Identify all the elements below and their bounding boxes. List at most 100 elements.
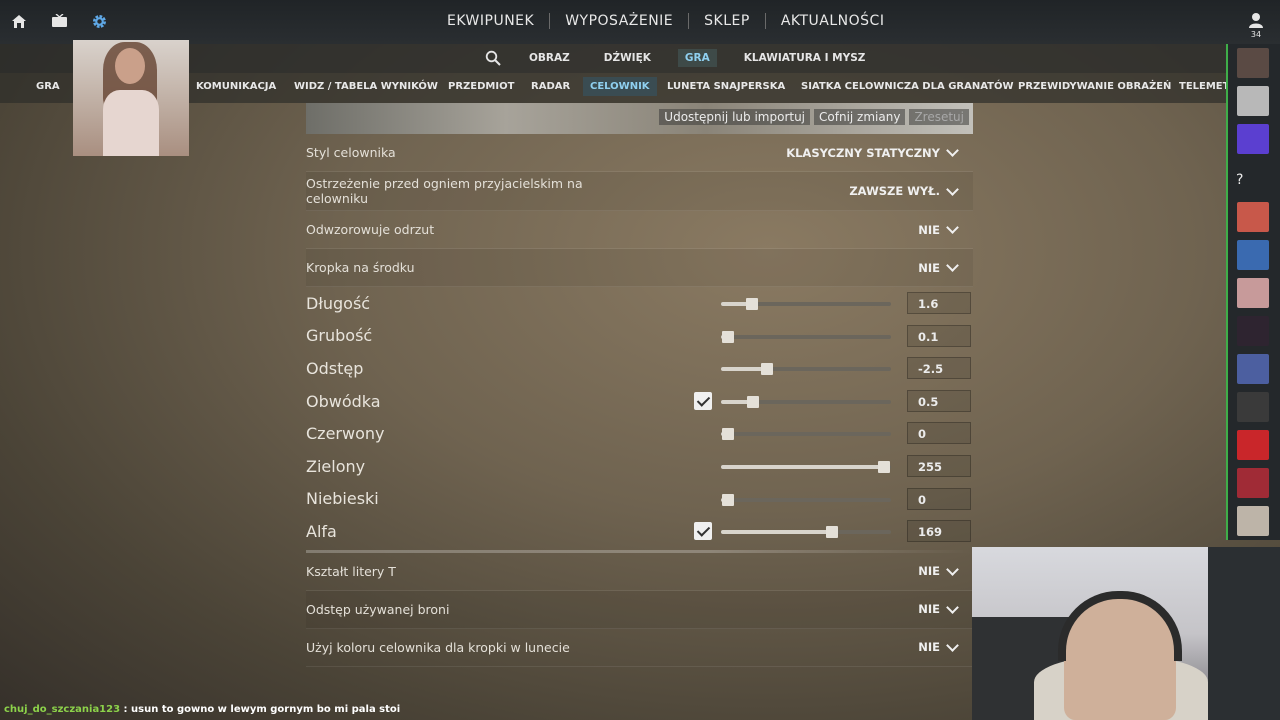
top-bar: EKWIPUNEK WYPOSAŻENIE SKLEP AKTUALNOŚCI … bbox=[0, 0, 1280, 44]
category-telemetry[interactable]: TELEMET bbox=[1179, 81, 1229, 92]
tab-audio[interactable]: DŹWIĘK bbox=[597, 49, 658, 67]
slider-thumb[interactable] bbox=[878, 460, 891, 473]
slider-thumb[interactable] bbox=[825, 526, 838, 539]
slider-thumb[interactable] bbox=[760, 363, 773, 376]
green-slider[interactable] bbox=[721, 460, 891, 473]
nav-store[interactable]: SKLEP bbox=[689, 13, 766, 29]
crosshair-style-dropdown[interactable]: KLASYCZNY STATYCZNY bbox=[786, 144, 959, 160]
setting-row-alpha: Alfa 169 bbox=[306, 515, 973, 548]
dropdown-value: NIE bbox=[918, 564, 940, 579]
alpha-slider[interactable] bbox=[721, 526, 891, 539]
category-sniper-scope[interactable]: LUNETA SNAJPERSKA bbox=[667, 81, 785, 92]
category-spectator-scoreboard[interactable]: WIDZ / TABELA WYNIKÓW bbox=[294, 81, 438, 92]
nav-loadout[interactable]: WYPOSAŻENIE bbox=[550, 13, 690, 29]
friends-sidebar: ? bbox=[1226, 44, 1280, 540]
friend-avatar[interactable] bbox=[1237, 430, 1269, 460]
t-shape-dropdown[interactable]: NIE bbox=[918, 562, 959, 579]
crosshair-preview: Udostępnij lub importuj Cofnij zmiany Zr… bbox=[306, 103, 973, 134]
setting-row-green: Zielony 255 bbox=[306, 450, 973, 483]
alpha-value-field[interactable]: 169 bbox=[907, 520, 971, 543]
dropdown-value: NIE bbox=[918, 602, 940, 617]
follow-recoil-dropdown[interactable]: NIE bbox=[918, 221, 959, 237]
profile-button[interactable]: 34 bbox=[1248, 12, 1264, 39]
chevron-down-icon bbox=[946, 144, 959, 157]
category-grenade-crosshair[interactable]: SIATKA CELOWNICZA DLA GRANATÓW bbox=[801, 81, 1014, 92]
search-icon[interactable] bbox=[484, 49, 502, 67]
setting-label: Odstęp bbox=[306, 358, 364, 378]
category-damage-prediction[interactable]: PRZEWIDYWANIE OBRAŻEŃ bbox=[1018, 81, 1171, 92]
red-slider[interactable] bbox=[721, 428, 891, 441]
category-game[interactable]: GRA bbox=[36, 81, 60, 92]
chevron-down-icon bbox=[946, 562, 959, 576]
category-radar[interactable]: RADAR bbox=[531, 81, 570, 92]
length-slider[interactable] bbox=[721, 298, 891, 310]
setting-label: Czerwony bbox=[306, 424, 385, 444]
sniper-dot-color-dropdown[interactable]: NIE bbox=[918, 638, 959, 654]
slider-thumb[interactable] bbox=[721, 493, 734, 506]
category-item[interactable]: PRZEDMIOT bbox=[448, 81, 514, 92]
thickness-value-field[interactable]: 0.1 bbox=[907, 324, 971, 347]
friendly-fire-warning-dropdown[interactable]: ZAWSZE WYŁ. bbox=[849, 182, 959, 198]
red-value-field[interactable]: 0 bbox=[907, 422, 971, 445]
chevron-down-icon bbox=[946, 182, 959, 196]
blue-slider[interactable] bbox=[721, 493, 891, 506]
length-value-field[interactable]: 1.6 bbox=[907, 292, 971, 314]
gap-value-field[interactable]: -2.5 bbox=[907, 357, 971, 380]
outline-value-field[interactable]: 0.5 bbox=[907, 389, 971, 412]
setting-row-crosshair-style: Styl celownika KLASYCZNY STATYCZNY bbox=[306, 134, 973, 172]
tab-game[interactable]: GRA bbox=[677, 49, 717, 67]
nav-news[interactable]: AKTUALNOŚCI bbox=[766, 13, 900, 29]
tab-keyboard-mouse[interactable]: KLAWIATURA I MYSZ bbox=[737, 49, 873, 67]
friend-avatar[interactable] bbox=[1237, 278, 1269, 308]
outline-slider[interactable] bbox=[721, 395, 891, 408]
center-dot-dropdown[interactable]: NIE bbox=[918, 259, 959, 275]
setting-row-length: Długość 1.6 bbox=[306, 287, 973, 320]
friend-avatar[interactable] bbox=[1237, 48, 1269, 78]
friend-avatar[interactable] bbox=[1237, 316, 1269, 346]
category-communication[interactable]: KOMUNIKACJA bbox=[196, 81, 276, 92]
dropdown-value: KLASYCZNY STATYCZNY bbox=[786, 145, 940, 160]
tv-icon[interactable] bbox=[50, 12, 68, 30]
slider-thumb[interactable] bbox=[747, 395, 760, 408]
friend-avatar[interactable] bbox=[1237, 124, 1269, 154]
friend-avatar[interactable] bbox=[1237, 392, 1269, 422]
chevron-down-icon bbox=[946, 259, 959, 272]
setting-row-follow-recoil: Odwzorowuje odrzut NIE bbox=[306, 211, 973, 249]
nav-inventory[interactable]: EKWIPUNEK bbox=[432, 13, 551, 29]
revert-button[interactable]: Cofnij zmiany bbox=[814, 109, 906, 125]
webcam-overlay-bottom-right bbox=[972, 547, 1208, 720]
setting-label: Ostrzeżenie przed ogniem przyjacielskim … bbox=[306, 176, 583, 206]
reset-button[interactable]: Zresetuj bbox=[909, 109, 969, 125]
chevron-down-icon bbox=[946, 638, 959, 652]
gear-icon[interactable] bbox=[90, 12, 108, 30]
crosshair-settings-panel: Styl celownika KLASYCZNY STATYCZNY Ostrz… bbox=[306, 134, 973, 667]
share-import-button[interactable]: Udostępnij lub importuj bbox=[659, 109, 811, 125]
chevron-down-icon bbox=[946, 221, 959, 234]
outline-checkbox[interactable] bbox=[694, 391, 712, 410]
headphones bbox=[1058, 591, 1182, 661]
friend-avatar[interactable] bbox=[1237, 506, 1269, 536]
settings-subnav: OBRAZ DŹWIĘK GRA KLAWIATURA I MYSZ bbox=[484, 49, 872, 67]
setting-row-outline: Obwódka 0.5 bbox=[306, 385, 973, 418]
slider-thumb[interactable] bbox=[745, 298, 758, 310]
category-crosshair[interactable]: CELOWNIK bbox=[583, 77, 657, 96]
alpha-checkbox[interactable] bbox=[694, 522, 712, 541]
slider-thumb[interactable] bbox=[721, 428, 734, 441]
friend-avatar[interactable] bbox=[1237, 468, 1269, 498]
chat-username: chuj_do_szczania123 bbox=[4, 704, 121, 715]
friend-avatar[interactable] bbox=[1237, 354, 1269, 384]
green-value-field[interactable]: 255 bbox=[907, 454, 971, 477]
friend-avatar[interactable] bbox=[1237, 86, 1269, 116]
friend-avatar[interactable] bbox=[1237, 202, 1269, 232]
thickness-slider[interactable] bbox=[721, 330, 891, 343]
blue-value-field[interactable]: 0 bbox=[907, 487, 971, 510]
tab-video[interactable]: OBRAZ bbox=[522, 49, 577, 67]
friend-avatar[interactable] bbox=[1237, 240, 1269, 270]
home-icon[interactable] bbox=[10, 12, 28, 30]
setting-label: Długość bbox=[306, 293, 371, 313]
setting-row-t-shape: Kształt litery T NIE bbox=[306, 553, 973, 591]
weapon-gap-dropdown[interactable]: NIE bbox=[918, 600, 959, 617]
gap-slider[interactable] bbox=[721, 363, 891, 376]
help-icon[interactable]: ? bbox=[1236, 172, 1243, 188]
slider-thumb[interactable] bbox=[721, 330, 734, 343]
